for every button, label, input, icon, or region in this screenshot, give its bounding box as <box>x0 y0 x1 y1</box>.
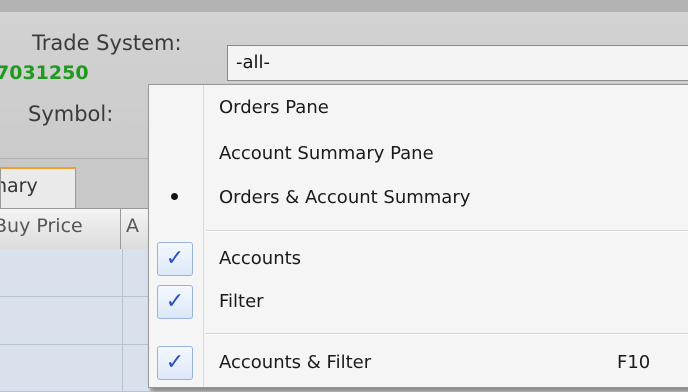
menu-item-shortcut: F10 <box>617 352 651 373</box>
menu-separator <box>206 230 688 232</box>
menu-separator <box>206 333 688 335</box>
table-row[interactable] <box>0 249 150 297</box>
menu-item-account-summary-pane[interactable]: Account Summary Pane <box>149 135 688 175</box>
menu-item-label: Orders & Account Summary <box>219 187 471 208</box>
buy-price-cell: 7031250 <box>0 62 89 84</box>
view-context-menu: Orders Pane Account Summary Pane Orders … <box>148 84 688 388</box>
menu-item-label: Orders Pane <box>219 97 329 118</box>
column-divider[interactable] <box>120 209 121 249</box>
orders-grid <box>0 249 150 392</box>
menu-item-label: Accounts <box>219 248 302 269</box>
checkmark-icon: ✓ <box>157 285 193 319</box>
table-row[interactable] <box>0 345 150 392</box>
symbol-label: Symbol: <box>28 102 114 126</box>
menu-item-label: Account Summary Pane <box>219 143 434 164</box>
checkmark-icon: ✓ <box>157 242 193 276</box>
table-row[interactable] <box>0 297 150 345</box>
menu-item-accounts[interactable]: ✓ Accounts <box>149 240 688 280</box>
window-top-edge <box>0 0 688 12</box>
tab-summary[interactable]: nary <box>0 167 76 209</box>
trade-system-label: Trade System: <box>32 31 182 55</box>
menu-item-filter[interactable]: ✓ Filter <box>149 283 688 323</box>
menu-item-orders-and-account-summary[interactable]: Orders & Account Summary <box>149 179 688 219</box>
checkmark-icon: ✓ <box>157 346 193 380</box>
menu-item-label: Filter <box>219 291 264 312</box>
menu-gutter-divider <box>203 85 204 387</box>
cell-divider <box>122 249 123 392</box>
radio-bullet-icon <box>171 193 178 200</box>
column-header-a[interactable]: A <box>126 215 146 237</box>
menu-item-orders-pane[interactable]: Orders Pane <box>149 89 688 129</box>
column-header-buy-price[interactable]: Buy Price <box>0 215 120 237</box>
tab-label: nary <box>1 175 38 197</box>
menu-item-accounts-and-filter[interactable]: ✓ Accounts & Filter F10 <box>149 344 688 384</box>
trade-system-dropdown[interactable]: -all- <box>227 45 688 81</box>
menu-item-label: Accounts & Filter <box>219 352 372 373</box>
